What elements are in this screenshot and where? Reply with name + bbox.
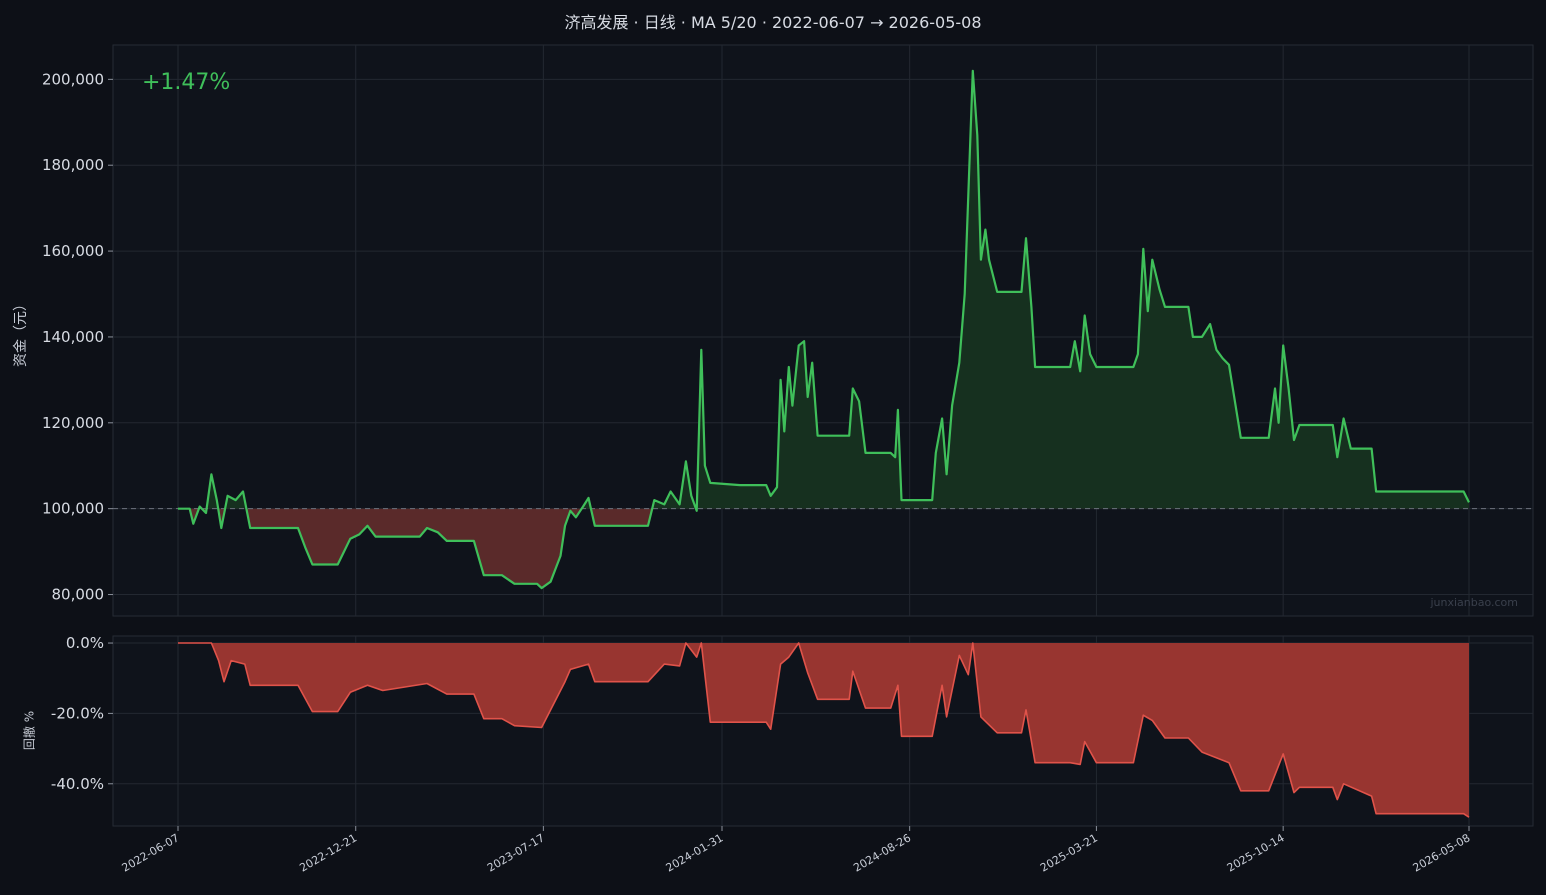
y-tick-label: 180,000 — [42, 156, 104, 174]
equity-ylabel: 资金（元） — [13, 297, 29, 367]
x-tick-label: 2023-07-17 — [485, 831, 547, 874]
x-tick-label: 2022-06-07 — [120, 831, 182, 874]
y-tick-label: -20.0% — [51, 704, 104, 722]
x-tick-label: 2025-03-21 — [1038, 831, 1100, 874]
y-tick-label: 100,000 — [42, 500, 104, 518]
x-tick-label: 2022-12-21 — [297, 831, 359, 874]
y-tick-label: -40.0% — [51, 775, 104, 793]
y-tick-label: 160,000 — [42, 242, 104, 260]
total-return-label: +1.47% — [142, 70, 231, 95]
y-tick-label: 0.0% — [66, 634, 104, 652]
x-tick-label: 2024-08-26 — [851, 831, 913, 874]
y-tick-label: 80,000 — [52, 586, 105, 604]
x-tick-label: 2026-05-08 — [1411, 831, 1473, 874]
watermark: junxianbao.com — [1430, 596, 1518, 609]
y-tick-label: 200,000 — [42, 70, 104, 88]
chart-title: 济高发展 · 日线 · MA 5/20 · 2022-06-07 → 2026-… — [564, 13, 982, 32]
x-tick-label: 2024-01-31 — [664, 831, 726, 874]
chart-canvas: 2022-06-07 2022-12-21 2023-07-17 2024-01-31… — [42, 44, 1534, 875]
y-tick-label: 140,000 — [42, 328, 104, 346]
x-tick-label: 2025-10-14 — [1225, 831, 1287, 874]
drawdown-ylabel: 回撤 % — [22, 710, 37, 751]
y-tick-label: 120,000 — [42, 414, 104, 432]
